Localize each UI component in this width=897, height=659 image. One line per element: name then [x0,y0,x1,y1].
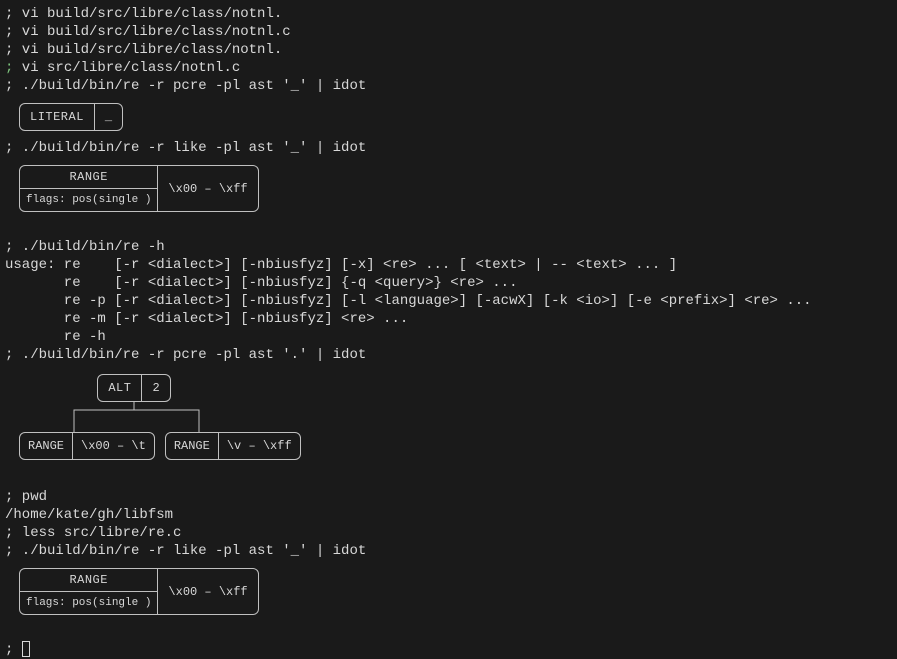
alt-box: ALT 2 [97,374,170,402]
cmd: ./build/bin/re -h [13,239,164,255]
alt-count: 2 [141,375,169,401]
cmd: ./build/bin/re -r like -pl ast '_' | ido… [13,543,366,559]
range-value: \x00 – \xff [157,166,257,211]
cursor [22,641,30,657]
usage-line: usage: re [-r <dialect>] [-nbiusfyz] [-x… [5,256,892,274]
alt-label: ALT [98,375,141,401]
range-label: RANGE [166,433,218,459]
range-box-right: RANGE \v – \xff [165,432,301,460]
usage-line: re [-r <dialect>] [-nbiusfyz] {-q <query… [5,274,892,292]
range-label: RANGE [20,569,157,592]
cmd: vi build/src/libre/class/notnl. [13,42,282,58]
usage-line: re -p [-r <dialect>] [-nbiusfyz] [-l <la… [5,292,892,310]
range-label: RANGE [20,166,157,189]
literal-value: _ [94,104,122,130]
range-box: RANGE flags: pos(single ) \x00 – \xff [19,568,259,615]
terminal-line: ; ./build/bin/re -r like -pl ast '_' | i… [5,542,892,560]
alt-tree-diagram: ALT 2 RANGE \x00 – \t RANGE \v – \xff [19,374,892,460]
range-label: RANGE [20,433,72,459]
terminal-line: ; less src/libre/re.c [5,524,892,542]
usage-line: re -m [-r <dialect>] [-nbiusfyz] <re> ..… [5,310,892,328]
range-box: RANGE flags: pos(single ) \x00 – \xff [19,165,259,212]
range-diagram: RANGE flags: pos(single ) \x00 – \xff [19,165,892,212]
terminal-line: ; ./build/bin/re -h [5,238,892,256]
range-value: \x00 – \xff [157,569,257,614]
pwd-output: /home/kate/gh/libfsm [5,506,892,524]
literal-box: LITERAL _ [19,103,123,131]
terminal-line: ; vi src/libre/class/notnl.c [5,59,892,77]
terminal-line: ; ./build/bin/re -r pcre -pl ast '.' | i… [5,346,892,364]
cmd: vi build/src/libre/class/notnl.c [13,24,290,40]
literal-label: LITERAL [20,104,94,130]
terminal-line: ; ./build/bin/re -r pcre -pl ast '_' | i… [5,77,892,95]
range-diagram: RANGE flags: pos(single ) \x00 – \xff [19,568,892,615]
cmd: pwd [13,489,47,505]
cmd: ./build/bin/re -r like -pl ast '_' | ido… [13,140,366,156]
literal-diagram: LITERAL _ [19,103,892,131]
range-box-left: RANGE \x00 – \t [19,432,155,460]
terminal-prompt-line[interactable]: ; [5,641,892,659]
cmd: vi build/src/libre/class/notnl. [13,6,282,22]
range-value: \v – \xff [218,433,300,459]
tree-connectors [19,402,249,432]
range-flags: flags: pos(single ) [20,189,157,211]
usage-line: re -h [5,328,892,346]
terminal-line: ; pwd [5,488,892,506]
terminal-line: ; ./build/bin/re -r like -pl ast '_' | i… [5,139,892,157]
cmd: ./build/bin/re -r pcre -pl ast '_' | ido… [13,78,366,94]
terminal-line: ; vi build/src/libre/class/notnl.c [5,23,892,41]
cmd: vi src/libre/class/notnl.c [13,60,240,76]
range-value: \x00 – \t [72,433,154,459]
cmd: ./build/bin/re -r pcre -pl ast '.' | ido… [13,347,366,363]
range-flags: flags: pos(single ) [20,592,157,614]
terminal-line: ; vi build/src/libre/class/notnl. [5,5,892,23]
terminal-line: ; vi build/src/libre/class/notnl. [5,41,892,59]
cmd: less src/libre/re.c [13,525,181,541]
